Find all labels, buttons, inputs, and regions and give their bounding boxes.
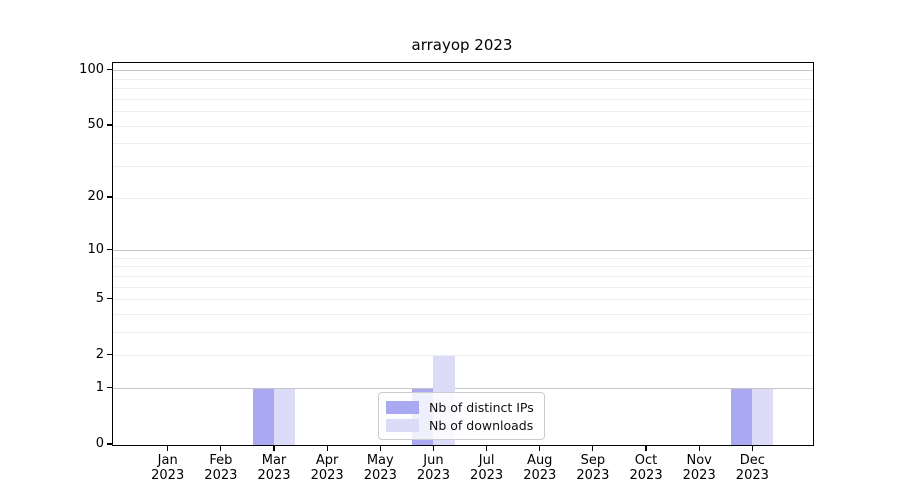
gridline-minor [113, 314, 813, 315]
y-tick-label: 10 [0, 242, 104, 258]
x-tick [167, 446, 168, 451]
legend-swatch [386, 401, 419, 414]
gridline-major [113, 250, 813, 251]
y-tick-label: 50 [0, 117, 104, 133]
gridline-major [113, 388, 813, 389]
x-tick-year: 2023 [712, 468, 792, 483]
y-tick-label: 0 [0, 436, 104, 452]
x-tick [220, 446, 221, 451]
chart-figure: arrayop 2023 0125102050100Jan2023Feb2023… [0, 0, 900, 500]
y-tick-label: 1 [0, 380, 104, 396]
gridline-minor [113, 266, 813, 267]
gridline-minor [113, 126, 813, 127]
gridline-minor [113, 355, 813, 356]
y-tick [107, 387, 113, 388]
y-tick-label: 100 [0, 62, 104, 78]
x-tick [592, 446, 593, 451]
x-tick [752, 446, 753, 451]
y-tick [107, 124, 113, 125]
x-tick [433, 446, 434, 451]
chart-title: arrayop 2023 [112, 36, 812, 54]
x-tick-month: Dec [712, 453, 792, 468]
y-tick [107, 298, 113, 299]
x-tick [380, 446, 381, 451]
gridline-minor [113, 88, 813, 89]
x-tick-label: Dec2023 [712, 453, 792, 483]
y-tick [107, 443, 113, 444]
y-tick [107, 249, 113, 250]
x-tick [486, 446, 487, 451]
gridline-minor [113, 258, 813, 259]
gridline-major [113, 70, 813, 71]
bar-distinct-ips [253, 389, 274, 445]
x-tick [645, 446, 646, 451]
x-tick [273, 446, 274, 451]
y-tick [107, 354, 113, 355]
y-tick [107, 196, 113, 197]
legend: Nb of distinct IPs Nb of downloads [378, 392, 545, 440]
y-tick [107, 69, 113, 70]
y-tick-label: 20 [0, 189, 104, 205]
x-tick [699, 446, 700, 451]
bar-distinct-ips [731, 389, 752, 445]
legend-item: Nb of downloads [386, 416, 538, 434]
legend-item: Nb of distinct IPs [386, 398, 538, 416]
y-tick-label: 2 [0, 347, 104, 363]
gridline-minor [113, 276, 813, 277]
plot-area [112, 62, 814, 446]
gridline-minor [113, 287, 813, 288]
gridline-minor [113, 299, 813, 300]
gridline-minor [113, 198, 813, 199]
bar-downloads [752, 389, 773, 445]
gridline-minor [113, 111, 813, 112]
legend-label: Nb of distinct IPs [429, 400, 534, 415]
gridline-minor [113, 99, 813, 100]
legend-label: Nb of downloads [429, 418, 533, 433]
x-tick [327, 446, 328, 451]
x-tick [539, 446, 540, 451]
legend-swatch [386, 419, 419, 432]
y-tick-label: 5 [0, 291, 104, 307]
bar-downloads [274, 389, 295, 445]
gridline-minor [113, 143, 813, 144]
gridline-minor [113, 166, 813, 167]
gridline-minor [113, 332, 813, 333]
gridline-minor [113, 79, 813, 80]
